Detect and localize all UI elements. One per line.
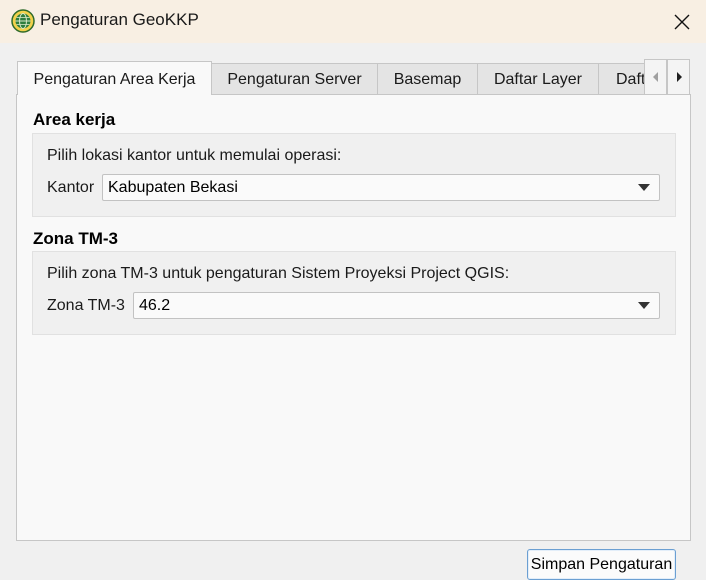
window-title: Pengaturan GeoKKP — [40, 10, 199, 29]
title-bar: Pengaturan GeoKKP — [0, 0, 706, 43]
kantor-label: Kantor — [47, 179, 95, 196]
tab-bar: Pengaturan Area Kerja Pengaturan Server … — [17, 61, 690, 95]
chevron-left-icon — [652, 72, 658, 82]
dropdown-arrow-icon — [638, 302, 650, 309]
chevron-right-icon — [676, 72, 682, 82]
zona-instruction: Pilih zona TM-3 untuk pengaturan Sistem … — [47, 265, 510, 282]
tab-pane-area-kerja: Area kerja Pilih lokasi kantor untuk mem… — [16, 94, 691, 580]
tab-pengaturan-area-kerja[interactable]: Pengaturan Area Kerja — [17, 61, 212, 95]
save-settings-button[interactable]: Simpan Pengaturan — [527, 549, 676, 580]
group-zona-tm3: Pilih zona TM-3 untuk pengaturan Sistem … — [32, 251, 676, 335]
geokkp-globe-icon — [11, 9, 35, 33]
zona-dropdown[interactable]: 46.2 — [133, 292, 660, 319]
tab-daftar-layer[interactable]: Daftar Layer — [477, 63, 599, 94]
close-icon — [674, 14, 690, 29]
dialog-body: Pengaturan Area Kerja Pengaturan Server … — [0, 43, 706, 580]
tab-scroll-right-button[interactable] — [667, 59, 690, 95]
zona-selected-value: 46.2 — [139, 297, 171, 314]
kantor-instruction: Pilih lokasi kantor untuk memulai operas… — [47, 147, 342, 164]
kantor-dropdown[interactable]: Kabupaten Bekasi — [102, 174, 660, 201]
tab-scroll-left-button[interactable] — [644, 59, 667, 95]
section-title-zona-tm3: Zona TM-3 — [33, 229, 118, 248]
tab-pengaturan-server[interactable]: Pengaturan Server — [211, 63, 378, 94]
tab-basemap[interactable]: Basemap — [377, 63, 478, 94]
kantor-selected-value: Kabupaten Bekasi — [108, 179, 238, 196]
group-area-kerja: Pilih lokasi kantor untuk memulai operas… — [32, 133, 676, 217]
zona-label: Zona TM-3 — [47, 297, 125, 314]
dropdown-arrow-icon — [638, 184, 650, 191]
section-title-area-kerja: Area kerja — [33, 110, 116, 129]
close-button[interactable] — [658, 0, 706, 43]
